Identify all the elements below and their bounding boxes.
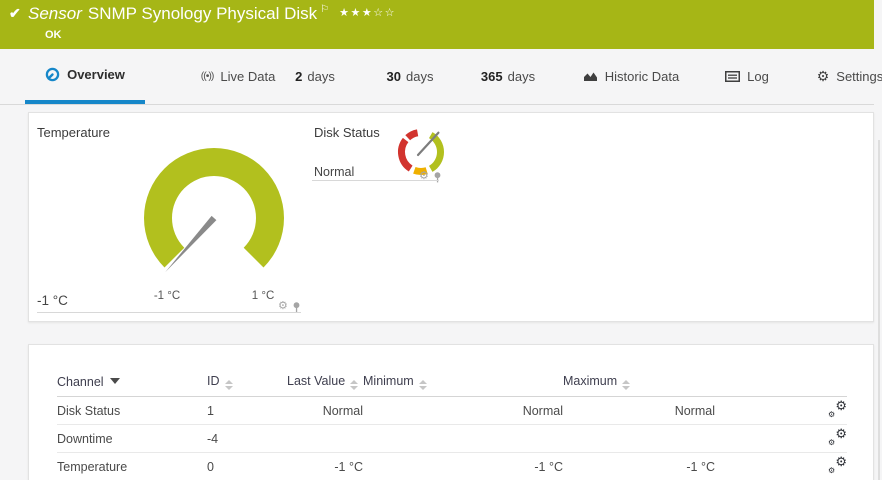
overview-gauges-card: Temperature -1 °C 1 °C -1 °C ⚙ Disk Stat… (28, 112, 874, 322)
channel-last-value (287, 425, 363, 453)
channel-minimum (363, 425, 563, 453)
gauge-icon (45, 67, 60, 82)
channel-maximum: -1 °C (563, 453, 715, 480)
status-badge: OK (45, 29, 62, 41)
channel-settings-icon[interactable]: ⚙⚙ (828, 458, 847, 473)
channel-name[interactable]: Temperature (57, 453, 207, 480)
tab-bar: Overview ((•)) Live Data 2 days 30 days … (0, 49, 874, 105)
channel-maximum: Normal (563, 397, 715, 425)
scrollbar[interactable] (878, 140, 880, 480)
sensor-kind-label: Sensor (28, 4, 82, 23)
disk-status-value: Normal (314, 165, 354, 179)
table-header-row: Channel ID Last Value Minimum Maximum (57, 367, 847, 397)
channel-id: 1 (207, 397, 287, 425)
sort-icon (419, 380, 427, 390)
column-header-channel[interactable]: Channel (57, 367, 207, 397)
channel-last-value: -1 °C (287, 453, 363, 480)
column-header-maximum[interactable]: Maximum (563, 367, 715, 397)
disk-status-pin-icon[interactable] (433, 170, 442, 188)
area-chart-icon (583, 70, 598, 82)
channel-id: -4 (207, 425, 287, 453)
column-header-minimum[interactable]: Minimum (363, 367, 563, 397)
column-header-last-value[interactable]: Last Value (287, 367, 363, 397)
sort-icon (622, 380, 630, 390)
channel-name[interactable]: Disk Status (57, 397, 207, 425)
tab-2-days[interactable]: 2 days (278, 49, 352, 103)
table-row: Downtime -4 ⚙⚙ (57, 425, 847, 453)
channel-minimum: -1 °C (363, 453, 563, 480)
tab-settings[interactable]: ⚙ Settings (810, 49, 882, 103)
channel-settings-icon[interactable]: ⚙⚙ (828, 430, 847, 445)
sensor-header: ✔ Sensor SNMP Synology Physical Disk⚐ ★★★☆… (0, 0, 874, 49)
tab-log[interactable]: Log (718, 49, 776, 103)
temperature-scale-min: -1 °C (139, 290, 195, 302)
gear-icon: ⚙ (817, 69, 830, 83)
channel-table-card: Channel ID Last Value Minimum Maximum Di… (28, 344, 874, 480)
sort-icon (350, 380, 358, 390)
tab-overview[interactable]: Overview (25, 49, 145, 104)
sensor-title-line: Sensor SNMP Synology Physical Disk⚐ ★★★☆☆ (28, 4, 396, 24)
flag-icon[interactable]: ⚐ (320, 4, 329, 15)
temperature-value: -1 °C (37, 293, 68, 308)
disk-status-panel-title: Disk Status (314, 125, 380, 140)
prtg-sensor-page: ✔ Sensor SNMP Synology Physical Disk⚐ ★★★☆… (0, 0, 882, 480)
priority-stars[interactable]: ★★★☆☆ (339, 7, 396, 19)
channel-last-value: Normal (287, 397, 363, 425)
sensor-title: SNMP Synology Physical Disk (88, 4, 317, 23)
table-row: Disk Status 1 Normal Normal Normal ⚙⚙ (57, 397, 847, 425)
temperature-pin-icon[interactable] (292, 300, 301, 318)
tab-30-days[interactable]: 30 days (372, 49, 448, 103)
disk-status-panel-divider (312, 180, 439, 181)
channel-maximum (563, 425, 715, 453)
channel-table: Channel ID Last Value Minimum Maximum Di… (57, 367, 847, 480)
channel-settings-icon[interactable]: ⚙⚙ (828, 402, 847, 417)
temperature-gear-icon[interactable]: ⚙ (278, 301, 288, 312)
table-row: Temperature 0 -1 °C -1 °C -1 °C ⚙⚙ (57, 453, 847, 480)
log-list-icon (725, 71, 740, 82)
temperature-gauge (139, 146, 289, 280)
channel-id: 0 (207, 453, 287, 480)
sort-desc-icon (110, 378, 120, 384)
column-header-id[interactable]: ID (207, 367, 287, 397)
tab-live-data[interactable]: ((•)) Live Data (188, 49, 288, 103)
temperature-panel-title: Temperature (37, 125, 110, 140)
sort-icon (225, 380, 233, 390)
tab-365-days[interactable]: 365 days (468, 49, 548, 103)
tab-historic-data[interactable]: Historic Data (572, 49, 690, 103)
channel-minimum: Normal (363, 397, 563, 425)
status-check-icon: ✔ (9, 5, 21, 22)
temperature-panel-divider (37, 312, 301, 313)
broadcast-icon: ((•)) (201, 70, 214, 82)
channel-name[interactable]: Downtime (57, 425, 207, 453)
